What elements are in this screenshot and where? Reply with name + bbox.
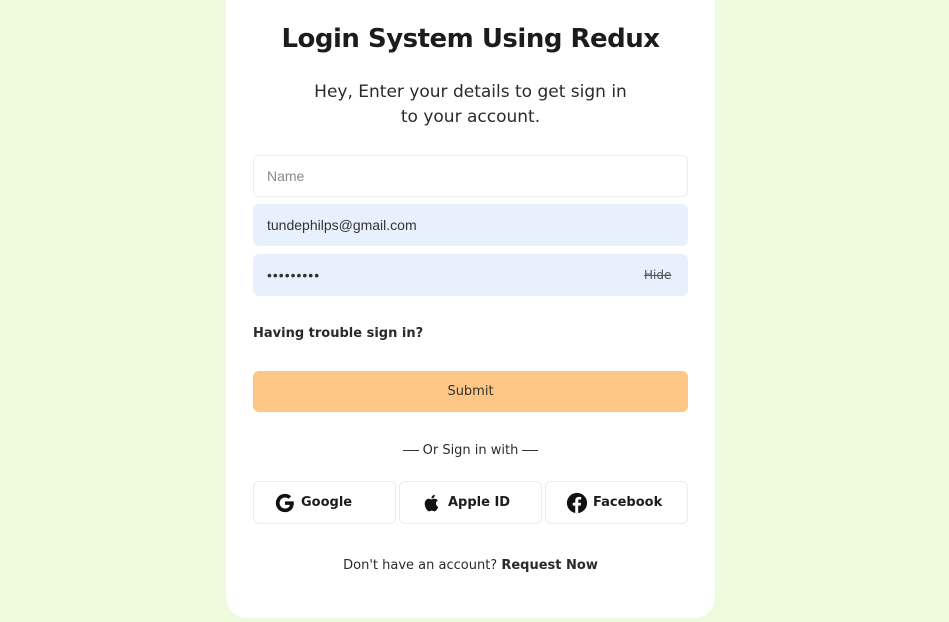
subtitle: Hey, Enter your details to get sign in t… (310, 80, 631, 130)
request-account-row: Don't have an account? Request Now (226, 558, 715, 573)
subtitle-line-2: to your account. (400, 107, 541, 127)
google-sign-in-button[interactable]: Google (253, 481, 396, 524)
google-label: Google (301, 495, 353, 510)
divider-line-left (402, 450, 419, 451)
facebook-sign-in-button[interactable]: Facebook (545, 481, 688, 524)
name-input[interactable] (253, 155, 688, 197)
divider-label: Or Sign in with (422, 443, 519, 458)
trouble-signing-in-link[interactable]: Having trouble sign in? (253, 326, 423, 341)
page-title: Login System Using Redux (281, 24, 660, 54)
google-icon (275, 493, 294, 512)
apple-icon (424, 494, 439, 511)
email-input[interactable] (253, 204, 688, 246)
login-card: Login System Using Redux Hey, Enter your… (226, 0, 715, 618)
or-sign-in-divider: Or Sign in with (226, 443, 715, 458)
facebook-label: Facebook (593, 495, 663, 510)
subtitle-line-1: Hey, Enter your details to get sign in (314, 82, 627, 102)
request-now-link[interactable]: Request Now (501, 558, 598, 573)
facebook-icon (566, 492, 588, 513)
hide-password-toggle[interactable]: Hide (644, 268, 671, 282)
no-account-text: Don't have an account? (343, 558, 498, 573)
divider-line-right (522, 450, 539, 451)
apple-label: Apple ID (448, 495, 511, 510)
submit-button[interactable]: Submit (253, 371, 688, 412)
apple-sign-in-button[interactable]: Apple ID (399, 481, 542, 524)
password-input[interactable] (253, 254, 688, 296)
